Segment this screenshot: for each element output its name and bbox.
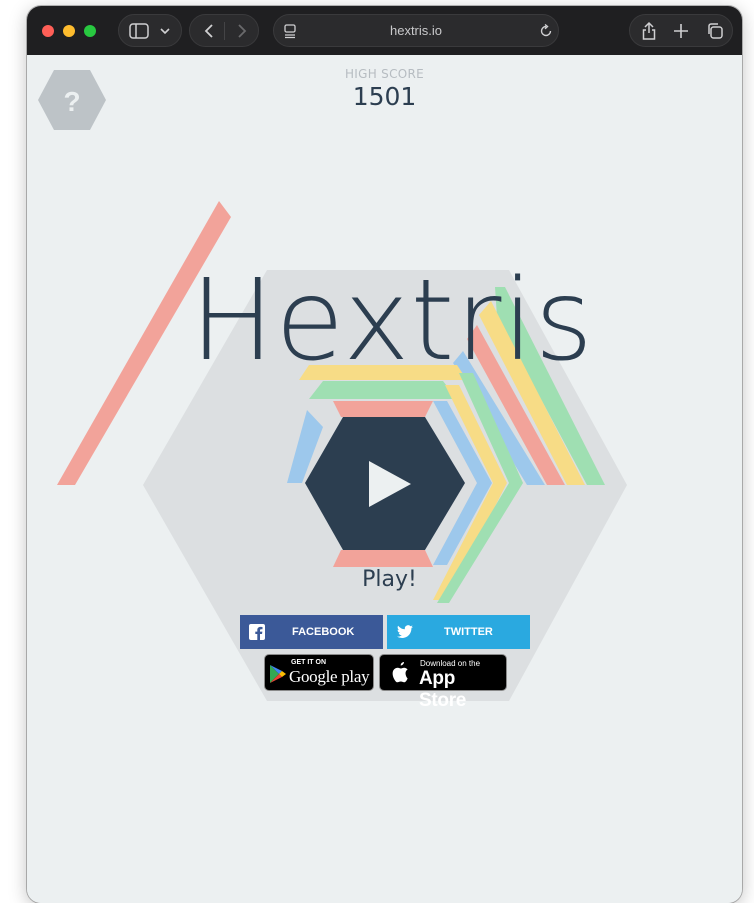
game-board bbox=[57, 201, 627, 701]
tab-overview-icon[interactable] bbox=[706, 22, 724, 40]
apple-big-text: App Store bbox=[419, 668, 467, 711]
block-red-top bbox=[333, 401, 433, 417]
game-title: Hextris bbox=[190, 256, 594, 386]
zoom-window-button[interactable] bbox=[84, 25, 96, 37]
sidebar-icon bbox=[129, 23, 149, 39]
chevron-down-icon bbox=[160, 28, 170, 35]
play-label[interactable]: Play! bbox=[27, 567, 742, 592]
address-bar[interactable]: hextris.io bbox=[273, 14, 559, 47]
nav-divider bbox=[224, 22, 225, 40]
twitter-label: TWITTER bbox=[444, 626, 493, 638]
apple-small-text: Download on the bbox=[420, 659, 481, 668]
apple-icon bbox=[392, 662, 408, 683]
twitter-icon bbox=[397, 625, 413, 639]
sidebar-toggle-button[interactable] bbox=[118, 14, 182, 47]
facebook-share-button[interactable]: FACEBOOK bbox=[240, 615, 383, 649]
block-red-bottom bbox=[333, 550, 433, 567]
toolbar-actions bbox=[629, 14, 733, 47]
new-tab-icon[interactable] bbox=[673, 23, 689, 39]
twitter-share-button[interactable]: TWITTER bbox=[387, 615, 530, 649]
navigation-buttons bbox=[189, 14, 259, 47]
minimize-window-button[interactable] bbox=[63, 25, 75, 37]
forward-button[interactable] bbox=[235, 23, 249, 39]
share-icon[interactable] bbox=[641, 21, 657, 41]
game-page: ? HIGH SCORE 1501 Hextris Play! FACEBOOK… bbox=[27, 55, 742, 903]
google-play-badge[interactable]: GET IT ON Google play bbox=[264, 654, 374, 691]
facebook-icon bbox=[249, 624, 265, 640]
facebook-label: FACEBOOK bbox=[292, 626, 355, 638]
url-text: hextris.io bbox=[389, 23, 443, 38]
google-play-icon bbox=[270, 665, 286, 683]
reload-icon[interactable] bbox=[539, 24, 553, 38]
close-window-button[interactable] bbox=[42, 25, 54, 37]
back-button[interactable] bbox=[202, 23, 216, 39]
browser-toolbar: hextris.io bbox=[27, 6, 742, 55]
browser-window: hextris.io ? HIGH SCORE 1501 Hextris Pla… bbox=[27, 6, 742, 903]
google-big-text: Google play bbox=[289, 667, 370, 686]
google-small-text: GET IT ON bbox=[291, 659, 326, 666]
app-store-badge[interactable]: Download on the App Store bbox=[379, 654, 507, 711]
